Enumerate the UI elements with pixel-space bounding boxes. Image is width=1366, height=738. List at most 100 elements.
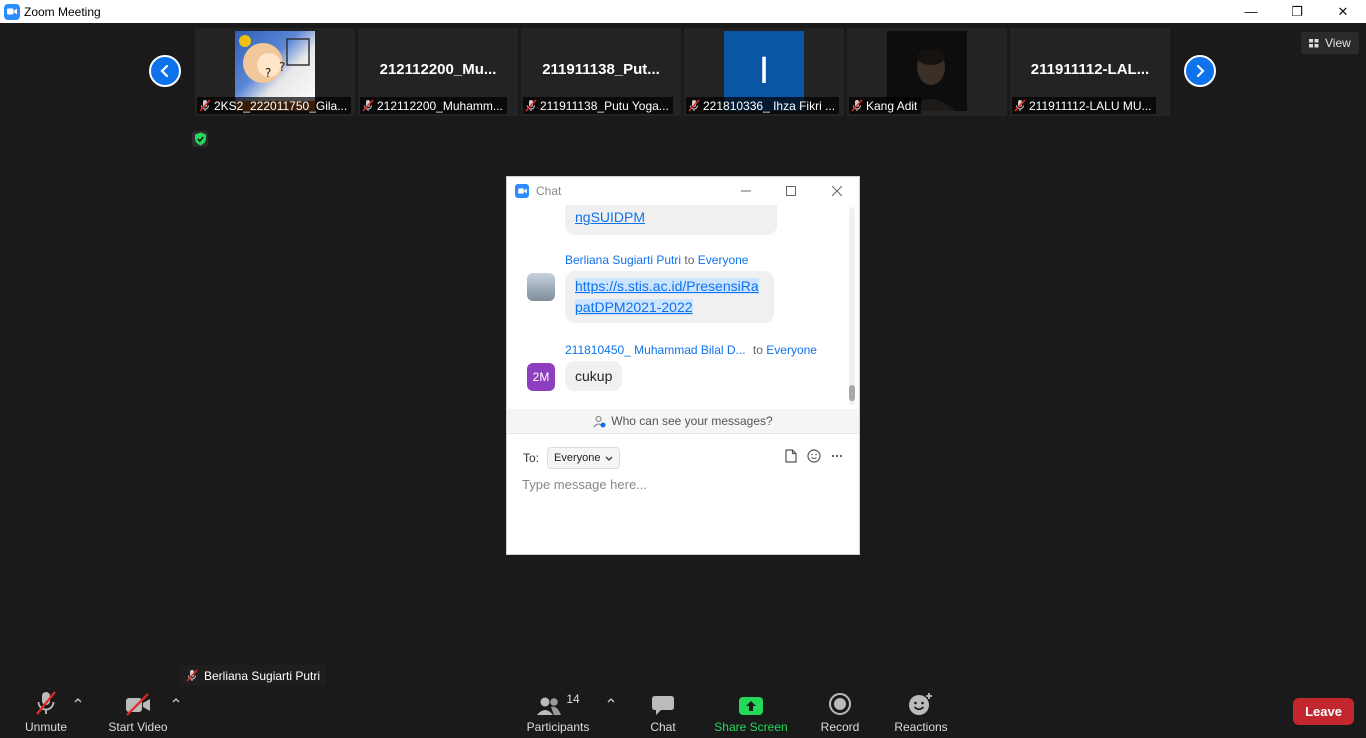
chat-window-title: Chat: [536, 184, 562, 198]
mic-muted-icon: [199, 99, 211, 112]
participant-name: 211911112-LALU MU...: [1029, 98, 1152, 113]
participant-tile[interactable]: I 221810336_ Ihza Fikri ...: [684, 28, 844, 116]
chat-window: Chat ngSUIDPM Berliana Sugiarti Putri to…: [506, 176, 860, 555]
participant-caption: 221810336_ Ihza Fikri ...: [686, 97, 840, 114]
participant-name: Kang Adit: [866, 98, 918, 113]
encryption-shield-icon[interactable]: [192, 131, 208, 147]
chat-scrollbar-thumb[interactable]: [849, 385, 855, 401]
view-button[interactable]: View: [1301, 32, 1359, 54]
unmute-label: Unmute: [24, 720, 68, 734]
participants-options-caret[interactable]: [607, 695, 615, 706]
participant-display-name: 212112200_Mu...: [379, 61, 497, 78]
reactions-button[interactable]: Reactions: [892, 690, 950, 734]
title-bar: Zoom Meeting — ❐ ✕: [0, 0, 1366, 23]
maximize-icon: [786, 186, 796, 196]
gallery-prev-button[interactable]: [149, 55, 181, 87]
self-name-label: Berliana Sugiarti Putri: [180, 665, 327, 686]
participant-name: 211911138_Putu Yoga...: [540, 98, 669, 113]
share-screen-label: Share Screen: [714, 720, 788, 734]
recipient-row: To: Everyone: [523, 447, 620, 469]
chat-button[interactable]: Chat: [646, 690, 680, 734]
chat-close-button[interactable]: [828, 182, 846, 200]
participant-tile[interactable]: Kang Adit: [847, 28, 1007, 116]
unmute-button[interactable]: Unmute: [22, 690, 70, 734]
leave-button[interactable]: Leave: [1293, 698, 1354, 725]
chat-message-list[interactable]: ngSUIDPM Berliana Sugiarti Putri to Ever…: [507, 205, 859, 409]
chat-message-input[interactable]: [522, 477, 842, 492]
chat-message-link[interactable]: patDPM2021-2022: [575, 299, 693, 315]
participant-tile[interactable]: ? ? 2KS2_222011750_Gila...: [195, 28, 355, 116]
participant-caption: 212112200_Muhamm...: [360, 97, 507, 114]
chat-sender-name[interactable]: 211810450_ Muhammad Bilal D...: [565, 343, 746, 357]
participant-tile[interactable]: 212112200_Mu... 212112200_Muhamm...: [358, 28, 518, 116]
chevron-left-icon: [160, 64, 169, 78]
close-window-button[interactable]: ✕: [1320, 0, 1366, 23]
mic-muted-icon: [851, 99, 863, 112]
close-icon: [832, 186, 842, 196]
svg-text:?: ?: [279, 60, 285, 74]
chat-minimize-button[interactable]: [737, 182, 755, 200]
chat-to-word: to: [684, 253, 695, 267]
self-name: Berliana Sugiarti Putri: [204, 668, 321, 683]
chat-message-bubble: https://s.stis.ac.id/PresensiRa patDPM20…: [565, 271, 774, 323]
gallery-next-button[interactable]: [1184, 55, 1216, 87]
chat-sender-name[interactable]: Berliana Sugiarti Putri: [565, 253, 681, 267]
minimize-icon: —: [1244, 4, 1258, 19]
share-screen-button[interactable]: Share Screen: [714, 690, 788, 734]
participants-count: 14: [566, 692, 580, 706]
video-options-caret[interactable]: [172, 695, 180, 706]
user-visibility-icon: [593, 415, 606, 427]
chat-recipient: Everyone: [766, 343, 817, 357]
emoji-icon[interactable]: [807, 449, 821, 463]
microphone-muted-icon: [36, 691, 56, 715]
chat-label: Chat: [650, 720, 676, 734]
participant-name: 212112200_Muhamm...: [377, 98, 503, 113]
mic-muted-icon: [688, 99, 700, 112]
restore-button[interactable]: ❐: [1274, 0, 1320, 23]
chat-message-link[interactable]: https://s.stis.ac.id/PresensiRa: [575, 278, 759, 294]
participant-tile[interactable]: 211911138_Put... 211911138_Putu Yoga...: [521, 28, 681, 116]
participant-caption: 2KS2_222011750_Gila...: [197, 97, 352, 114]
more-options-icon[interactable]: [831, 454, 843, 458]
chat-scrollbar[interactable]: [849, 207, 855, 405]
chat-message-bubble: ngSUIDPM: [565, 205, 777, 235]
camera-off-icon: [126, 693, 150, 716]
participant-name: 2KS2_222011750_Gila...: [214, 98, 348, 113]
to-label: To:: [523, 451, 540, 465]
chevron-up-icon: [74, 698, 82, 703]
mic-muted-icon: [525, 99, 537, 112]
record-icon: [829, 693, 851, 715]
mic-muted-icon: [1014, 99, 1026, 112]
chat-bubble-icon: [652, 696, 674, 715]
recipient-select[interactable]: Everyone: [547, 447, 620, 469]
participants-label: Participants: [526, 720, 590, 734]
chevron-down-icon: [605, 456, 612, 461]
participants-icon: [537, 697, 562, 715]
participant-display-name: 211911138_Put...: [542, 61, 660, 78]
grid-icon: [1309, 38, 1319, 47]
chevron-right-icon: [1196, 64, 1205, 78]
minimize-icon: [741, 190, 751, 192]
who-can-see-bar[interactable]: Who can see your messages?: [507, 409, 859, 434]
start-video-label: Start Video: [108, 720, 168, 734]
mic-muted-icon: [186, 669, 198, 682]
restore-icon: ❐: [1291, 3, 1303, 19]
file-icon[interactable]: [785, 449, 797, 463]
participant-caption: 211911138_Putu Yoga...: [523, 97, 673, 114]
participant-tile[interactable]: 211911112-LAL... 211911112-LALU MU...: [1010, 28, 1170, 116]
zoom-logo-icon: [4, 3, 20, 20]
chat-message-header: 211810450_ Muhammad Bilal D... to Everyo…: [565, 343, 817, 357]
sender-avatar: [527, 273, 555, 301]
recipient-select-value: Everyone: [554, 452, 601, 464]
chat-message-link[interactable]: ngSUIDPM: [575, 209, 645, 225]
zoom-logo-icon: [515, 184, 529, 198]
audio-options-caret[interactable]: [74, 695, 82, 706]
record-button[interactable]: Record: [818, 690, 862, 734]
minimize-button[interactable]: —: [1228, 0, 1274, 23]
start-video-button[interactable]: Start Video: [106, 690, 170, 734]
participant-name: 221810336_ Ihza Fikri ...: [703, 98, 836, 113]
chat-maximize-button[interactable]: [782, 182, 800, 200]
zoom-meeting-window: Zoom Meeting — ❐ ✕ View ? ? 2KS2_2220117…: [0, 0, 1366, 738]
chat-recipient: Everyone: [697, 253, 749, 267]
participants-button[interactable]: 14 Participants: [524, 690, 592, 734]
